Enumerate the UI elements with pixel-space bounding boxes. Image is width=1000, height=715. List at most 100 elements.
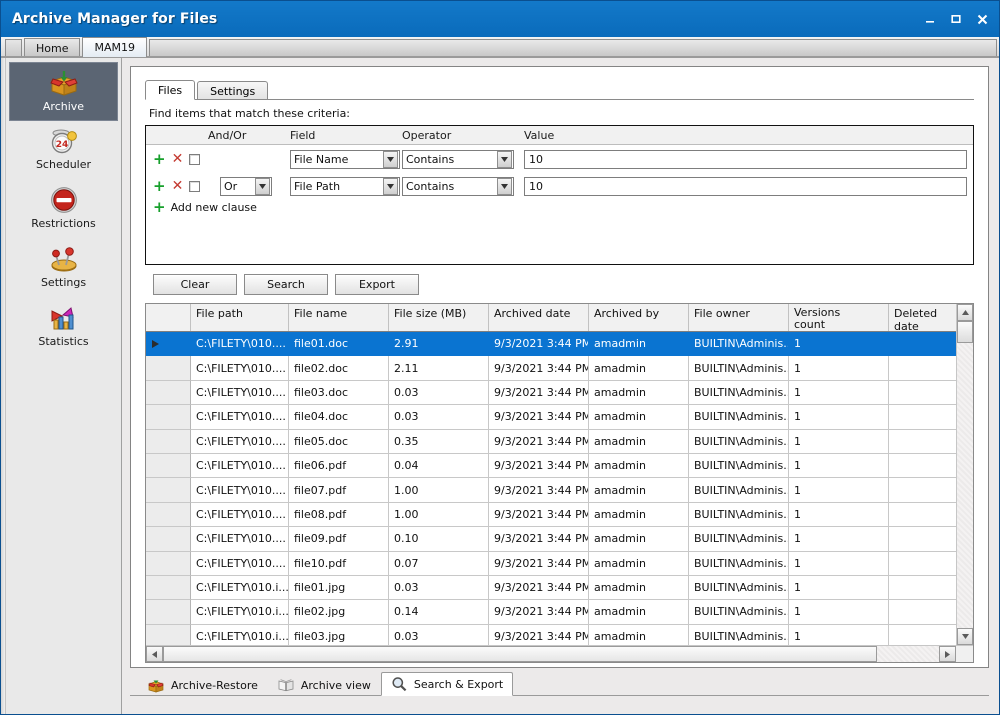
grid-header-file-path[interactable]: File path bbox=[191, 304, 289, 331]
value-input[interactable]: 10 bbox=[524, 177, 967, 196]
row-indicator-cell[interactable] bbox=[146, 454, 191, 478]
table-row[interactable]: C:\FILETY\010....file09.pdf0.109/3/2021 … bbox=[146, 527, 956, 551]
clock-24-icon: 24 bbox=[49, 126, 79, 156]
sidebar-item-settings[interactable]: Settings bbox=[9, 239, 118, 298]
row-indicator-cell[interactable] bbox=[146, 552, 191, 576]
search-export-panel: Files Settings Find items that match the… bbox=[130, 66, 989, 668]
andor-dropdown[interactable]: Or bbox=[220, 177, 272, 196]
grid-header-file-size[interactable]: File size (MB) bbox=[389, 304, 489, 331]
sidebar-item-scheduler[interactable]: 24 Scheduler bbox=[9, 121, 118, 180]
row-indicator-cell[interactable] bbox=[146, 478, 191, 502]
add-clause-plus-icon[interactable]: + bbox=[153, 152, 166, 167]
table-row[interactable]: C:\FILETY\010....file01.doc2.919/3/2021 … bbox=[146, 332, 956, 356]
table-cell-archived-date: 9/3/2021 3:44 PM bbox=[489, 478, 589, 502]
export-button[interactable]: Export bbox=[335, 274, 419, 295]
vertical-scroll-track[interactable] bbox=[957, 321, 973, 628]
table-row[interactable]: C:\FILETY\010....file03.doc0.039/3/2021 … bbox=[146, 381, 956, 405]
horizontal-scroll-track[interactable] bbox=[163, 646, 939, 662]
app-tab-home[interactable]: Home bbox=[24, 38, 80, 57]
tab-files[interactable]: Files bbox=[145, 80, 195, 100]
table-cell-versions: 1 bbox=[789, 552, 889, 576]
tab-label: Settings bbox=[210, 85, 255, 98]
app-tab-label: MAM19 bbox=[94, 41, 135, 54]
table-cell-path: C:\FILETY\010.... bbox=[191, 527, 289, 551]
table-row[interactable]: C:\FILETY\010....file04.doc0.039/3/2021 … bbox=[146, 405, 956, 429]
add-clause-plus-icon[interactable]: + bbox=[153, 179, 166, 194]
field-dropdown[interactable]: File Path bbox=[290, 177, 400, 196]
table-row[interactable]: C:\FILETY\010.i...file03.jpg0.039/3/2021… bbox=[146, 625, 956, 645]
field-dropdown[interactable]: File Name bbox=[290, 150, 400, 169]
operator-dropdown[interactable]: Contains bbox=[402, 150, 514, 169]
magnifier-icon bbox=[391, 676, 407, 692]
grid-header-file-owner[interactable]: File owner bbox=[689, 304, 789, 331]
sidebar-item-restrictions[interactable]: Restrictions bbox=[9, 180, 118, 239]
row-indicator-cell[interactable] bbox=[146, 430, 191, 454]
scroll-up-icon[interactable] bbox=[957, 304, 973, 321]
table-cell-archived-date: 9/3/2021 3:44 PM bbox=[489, 454, 589, 478]
table-cell-name: file09.pdf bbox=[289, 527, 389, 551]
grid-header-versions-count[interactable]: Versions count bbox=[789, 304, 889, 331]
remove-clause-x-icon[interactable]: ✕ bbox=[172, 179, 184, 193]
table-row[interactable]: C:\FILETY\010....file02.doc2.119/3/2021 … bbox=[146, 356, 956, 380]
row-indicator-cell[interactable] bbox=[146, 625, 191, 645]
bottom-tab-archive-restore[interactable]: Archive-Restore bbox=[138, 673, 268, 696]
table-row[interactable]: C:\FILETY\010....file05.doc0.359/3/2021 … bbox=[146, 430, 956, 454]
row-indicator-cell[interactable] bbox=[146, 332, 191, 356]
close-icon[interactable] bbox=[969, 7, 995, 31]
bottom-tab-label: Search & Export bbox=[414, 678, 503, 691]
criteria-header-andor: And/Or bbox=[208, 129, 290, 142]
bottom-tab-archive-view[interactable]: Archive view bbox=[268, 673, 381, 696]
table-cell-owner: BUILTIN\Adminis... bbox=[689, 356, 789, 380]
tab-settings[interactable]: Settings bbox=[197, 81, 268, 100]
vertical-scroll-thumb[interactable] bbox=[957, 321, 973, 343]
table-cell-archived-date: 9/3/2021 3:44 PM bbox=[489, 576, 589, 600]
horizontal-scroll-thumb[interactable] bbox=[163, 646, 877, 662]
table-cell-deleted-date bbox=[889, 600, 956, 624]
app-tab-mam19[interactable]: MAM19 bbox=[82, 37, 147, 57]
row-indicator-cell[interactable] bbox=[146, 600, 191, 624]
table-row[interactable]: C:\FILETY\010....file06.pdf0.049/3/2021 … bbox=[146, 454, 956, 478]
remove-clause-x-icon[interactable]: ✕ bbox=[172, 152, 184, 166]
row-indicator-cell[interactable] bbox=[146, 405, 191, 429]
table-row[interactable]: C:\FILETY\010....file10.pdf0.079/3/2021 … bbox=[146, 552, 956, 576]
window-title: Archive Manager for Files bbox=[12, 11, 917, 27]
row-indicator-cell[interactable] bbox=[146, 527, 191, 551]
value-input[interactable]: 10 bbox=[524, 150, 967, 169]
grid-header-archived-date[interactable]: Archived date bbox=[489, 304, 589, 331]
row-indicator-cell[interactable] bbox=[146, 503, 191, 527]
grid-vertical-scrollbar[interactable] bbox=[956, 304, 973, 645]
table-row[interactable]: C:\FILETY\010.i...file02.jpg0.149/3/2021… bbox=[146, 600, 956, 624]
scroll-down-icon[interactable] bbox=[957, 628, 973, 645]
sidebar-item-statistics[interactable]: Statistics bbox=[9, 298, 118, 357]
field-dropdown-value: File Name bbox=[294, 153, 383, 166]
grid-header-file-name[interactable]: File name bbox=[289, 304, 389, 331]
row-indicator-cell[interactable] bbox=[146, 576, 191, 600]
add-new-clause-button[interactable]: + Add new clause bbox=[146, 200, 973, 215]
table-cell-deleted-date bbox=[889, 503, 956, 527]
table-cell-name: file06.pdf bbox=[289, 454, 389, 478]
sidebar-item-archive[interactable]: Archive bbox=[9, 62, 118, 121]
minimize-icon[interactable] bbox=[917, 7, 943, 31]
criteria-instruction: Find items that match these criteria: bbox=[149, 107, 974, 120]
table-cell-archived-by: amadmin bbox=[589, 600, 689, 624]
svg-text:24: 24 bbox=[55, 140, 68, 150]
criteria-row-checkbox[interactable] bbox=[189, 181, 200, 192]
search-button[interactable]: Search bbox=[244, 274, 328, 295]
grid-horizontal-scrollbar[interactable] bbox=[146, 645, 973, 662]
operator-dropdown[interactable]: Contains bbox=[402, 177, 514, 196]
table-row[interactable]: C:\FILETY\010....file08.pdf1.009/3/2021 … bbox=[146, 503, 956, 527]
table-cell-path: C:\FILETY\010.... bbox=[191, 454, 289, 478]
grid-header-deleted-date[interactable]: Deleted date bbox=[889, 304, 956, 331]
table-row[interactable]: C:\FILETY\010....file07.pdf1.009/3/2021 … bbox=[146, 478, 956, 502]
criteria-row-checkbox[interactable] bbox=[189, 154, 200, 165]
view-tab-bar: Archive-Restore Archive view bbox=[130, 668, 989, 696]
scroll-right-icon[interactable] bbox=[939, 646, 956, 662]
grid-header-archived-by[interactable]: Archived by bbox=[589, 304, 689, 331]
row-indicator-cell[interactable] bbox=[146, 356, 191, 380]
scroll-left-icon[interactable] bbox=[146, 646, 163, 662]
maximize-icon[interactable] bbox=[943, 7, 969, 31]
bottom-tab-search-export[interactable]: Search & Export bbox=[381, 672, 513, 696]
clear-button[interactable]: Clear bbox=[153, 274, 237, 295]
table-row[interactable]: C:\FILETY\010.i...file01.jpg0.039/3/2021… bbox=[146, 576, 956, 600]
row-indicator-cell[interactable] bbox=[146, 381, 191, 405]
